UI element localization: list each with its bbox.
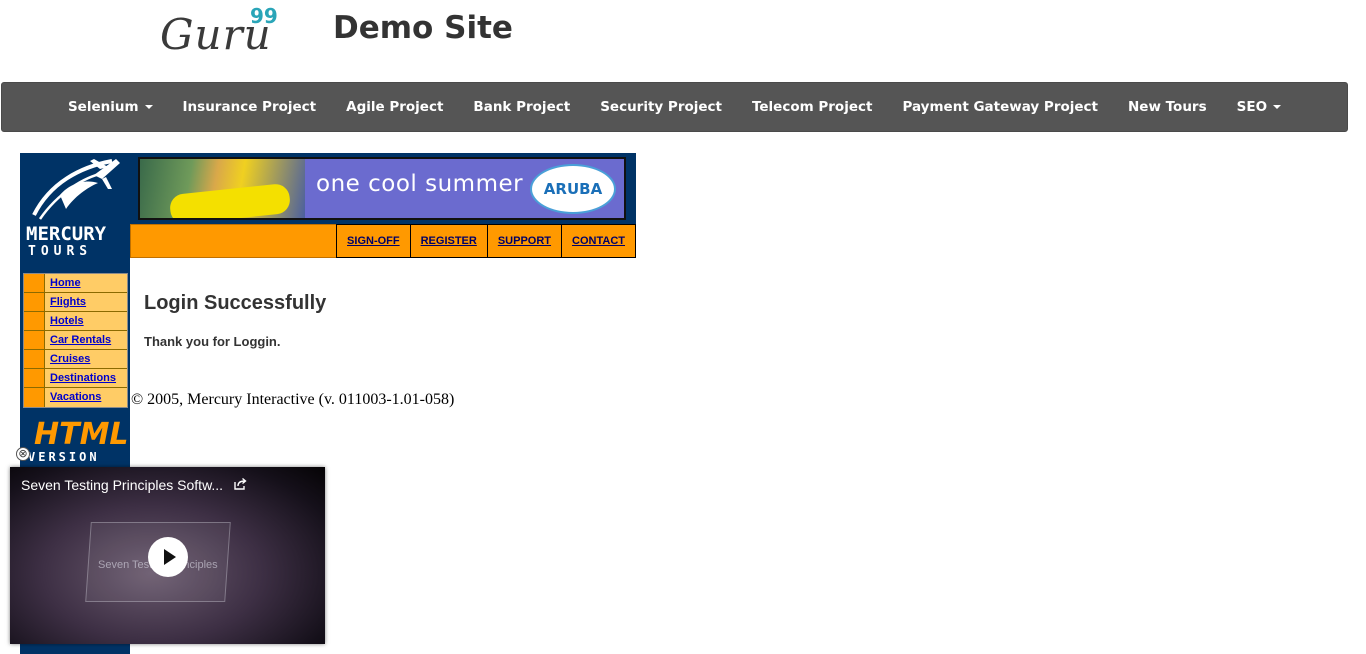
support-link[interactable]: SUPPORT <box>486 224 562 258</box>
banner-text: one cool summer <box>316 171 524 197</box>
nav-item-label: Security Project <box>600 99 722 115</box>
side-menu-item-flights: Flights <box>24 293 127 312</box>
mercury-tours-logo: MERCURY TOURS <box>20 153 130 263</box>
badge-main-text: HTML <box>34 417 129 452</box>
menu-bullet <box>24 312 45 330</box>
side-link-cruises[interactable]: Cruises <box>45 350 90 368</box>
side-menu-item-hotels: Hotels <box>24 312 127 331</box>
nav-item-label: Selenium <box>67 99 139 115</box>
nav-item-bank-project[interactable]: Bank Project <box>458 99 585 115</box>
nav-item-insurance-project[interactable]: Insurance Project <box>168 99 332 115</box>
play-button[interactable] <box>148 537 188 577</box>
side-menu: Home Flights Hotels Car Rentals Cruises … <box>23 273 128 408</box>
nav-item-selenium[interactable]: Selenium <box>53 99 168 115</box>
menu-bullet <box>24 274 45 292</box>
nav-item-label: Agile Project <box>346 99 444 115</box>
site-header: Guru 99 Demo Site <box>0 0 1366 80</box>
copyright-text: © 2005, Mercury Interactive (v. 011003-1… <box>131 391 455 408</box>
nav-item-agile-project[interactable]: Agile Project <box>331 99 458 115</box>
top-link-bar: SIGN-OFF REGISTER SUPPORT CONTACT <box>130 224 636 258</box>
html-version-badge: HTML VERSION <box>28 415 129 467</box>
sign-off-link[interactable]: SIGN-OFF <box>336 224 410 258</box>
nav-item-label: SEO <box>1236 99 1268 115</box>
logo-line-mercury: MERCURY <box>26 223 107 245</box>
nav-item-label: New Tours <box>1128 99 1207 115</box>
main-navbar: Selenium Insurance Project Agile Project… <box>1 82 1348 132</box>
share-icon[interactable] <box>233 477 247 491</box>
guru99-logo[interactable]: Guru 99 <box>160 2 290 62</box>
nav-item-label: Bank Project <box>473 99 571 115</box>
menu-bullet <box>24 293 45 311</box>
nav-item-seo[interactable]: SEO <box>1222 99 1296 115</box>
nav-list: Selenium Insurance Project Agile Project… <box>2 83 1347 131</box>
side-link-vacations[interactable]: Vacations <box>45 388 101 407</box>
video-player[interactable]: Seven Testing Principles Seven Testing P… <box>10 467 325 644</box>
site-title: Demo Site <box>333 10 513 46</box>
nav-item-label: Telecom Project <box>751 99 873 115</box>
contact-link[interactable]: CONTACT <box>561 224 636 258</box>
register-link[interactable]: REGISTER <box>409 224 487 258</box>
video-title: Seven Testing Principles Softw... <box>21 477 224 493</box>
nav-item-label: Insurance Project <box>182 99 317 115</box>
aruba-text: ARUBA <box>543 180 603 198</box>
nav-item-payment-gateway-project[interactable]: Payment Gateway Project <box>887 99 1113 115</box>
menu-bullet <box>24 388 45 407</box>
menu-bullet <box>24 369 45 387</box>
nav-item-telecom-project[interactable]: Telecom Project <box>737 99 887 115</box>
nav-item-new-tours[interactable]: New Tours <box>1113 99 1222 115</box>
side-link-home[interactable]: Home <box>45 274 81 292</box>
page-title: Login Successfully <box>144 292 327 314</box>
nav-item-label: Payment Gateway Project <box>902 99 1098 115</box>
nav-item-security-project[interactable]: Security Project <box>585 99 737 115</box>
side-link-hotels[interactable]: Hotels <box>45 312 84 330</box>
side-menu-item-car-rentals: Car Rentals <box>24 331 127 350</box>
side-menu-item-vacations: Vacations <box>24 388 127 407</box>
banner-photo <box>140 159 305 218</box>
side-menu-item-cruises: Cruises <box>24 350 127 369</box>
side-link-destinations[interactable]: Destinations <box>45 369 116 387</box>
side-menu-item-destinations: Destinations <box>24 369 127 388</box>
logo-superscript: 99 <box>250 4 278 28</box>
side-menu-item-home: Home <box>24 274 127 293</box>
advert-banner[interactable]: one cool summer ARUBA <box>138 157 626 220</box>
side-link-car-rentals[interactable]: Car Rentals <box>45 331 111 349</box>
menu-bullet <box>24 350 45 368</box>
close-video-icon[interactable]: ⊗ <box>16 447 30 461</box>
aruba-badge: ARUBA <box>530 164 616 214</box>
top-links: SIGN-OFF REGISTER SUPPORT CONTACT <box>336 224 636 258</box>
chevron-down-icon <box>144 105 153 109</box>
login-message: Thank you for Loggin. <box>144 334 281 349</box>
badge-sub-text: VERSION <box>28 450 100 464</box>
airplane-icon <box>32 159 120 220</box>
chevron-down-icon <box>1273 105 1282 109</box>
raft-shape <box>168 182 292 218</box>
side-link-flights[interactable]: Flights <box>45 293 86 311</box>
logo-line-tours: TOURS <box>28 244 93 259</box>
menu-bullet <box>24 331 45 349</box>
